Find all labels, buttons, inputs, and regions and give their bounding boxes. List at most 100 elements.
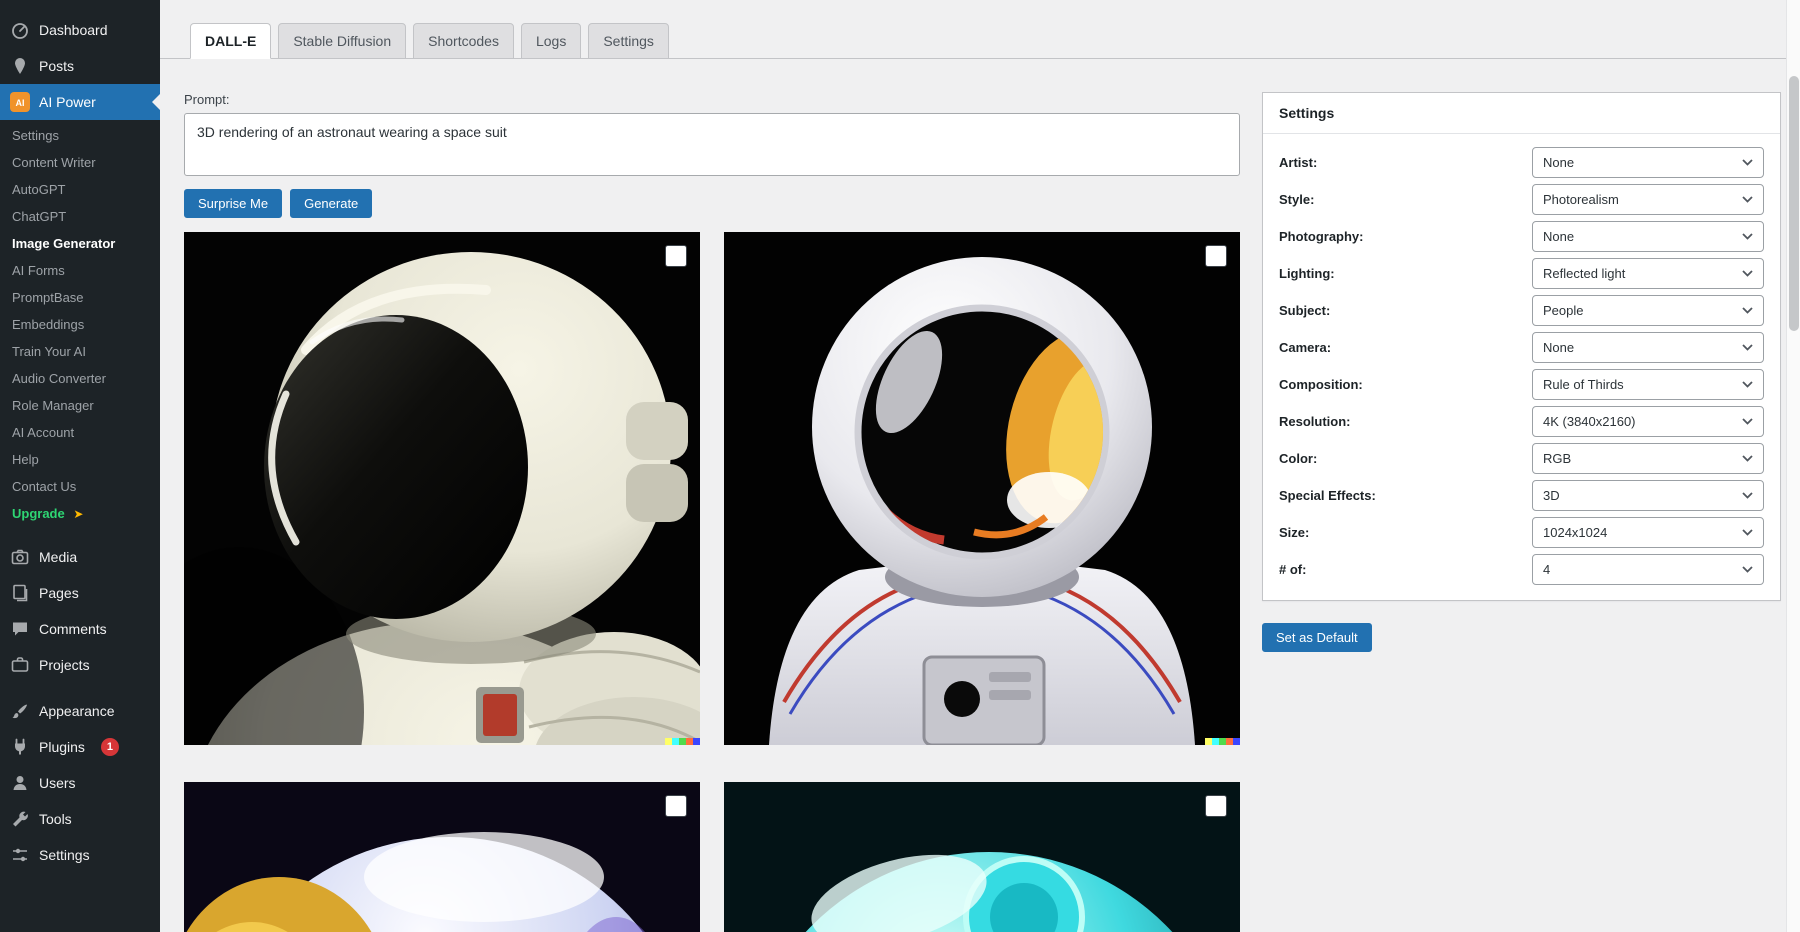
sidebar-item-settings[interactable]: Settings — [0, 837, 160, 873]
watermark-square — [1233, 738, 1240, 745]
dalle-watermark — [665, 738, 700, 745]
sidebar-item-tools[interactable]: Tools — [0, 801, 160, 837]
sidebar-subitem-chatgpt[interactable]: ChatGPT — [0, 203, 160, 230]
scrollbar-thumb[interactable] — [1789, 76, 1799, 331]
sidebar-subitem-ai-forms[interactable]: AI Forms — [0, 257, 160, 284]
chevron-down-icon — [1742, 566, 1753, 573]
artist-select[interactable]: None — [1532, 147, 1764, 178]
chevron-down-icon — [1742, 233, 1753, 240]
sidebar-item-plugins[interactable]: Plugins 1 — [0, 729, 160, 765]
sidebar-subitem-image-generator[interactable]: Image Generator — [0, 230, 160, 257]
chevron-down-icon — [1742, 381, 1753, 388]
lighting-select[interactable]: Reflected light — [1532, 258, 1764, 289]
select-value: None — [1543, 340, 1574, 355]
sidebar-subitem-audio-converter[interactable]: Audio Converter — [0, 365, 160, 392]
sidebar-item-label: Users — [39, 775, 76, 791]
field-subject: Subject: People — [1263, 292, 1780, 329]
sidebar-subitem-promptbase[interactable]: PromptBase — [0, 284, 160, 311]
sidebar-item-appearance[interactable]: Appearance — [0, 693, 160, 729]
chevron-down-icon — [1742, 196, 1753, 203]
field-label: Lighting: — [1279, 266, 1335, 281]
select-value: None — [1543, 155, 1574, 170]
chevron-down-icon — [1742, 418, 1753, 425]
generator-section: Prompt: 3D rendering of an astronaut wea… — [184, 92, 1240, 932]
image-select-checkbox[interactable] — [1205, 795, 1227, 817]
special-effects-select[interactable]: 3D — [1532, 480, 1764, 511]
ai-power-submenu: Settings Content Writer AutoGPT ChatGPT … — [0, 120, 160, 539]
generated-image-1[interactable] — [184, 232, 700, 745]
sidebar-item-comments[interactable]: Comments — [0, 611, 160, 647]
tab-shortcodes[interactable]: Shortcodes — [413, 23, 514, 59]
tab-dall-e[interactable]: DALL-E — [190, 23, 271, 59]
sidebar-item-label: Settings — [39, 847, 90, 863]
field-label: Subject: — [1279, 303, 1330, 318]
watermark-square — [1226, 738, 1233, 745]
image-select-checkbox[interactable] — [665, 795, 687, 817]
field-label: Color: — [1279, 451, 1317, 466]
surprise-me-button[interactable]: Surprise Me — [184, 189, 282, 218]
select-value: None — [1543, 229, 1574, 244]
sidebar-subitem-settings[interactable]: Settings — [0, 122, 160, 149]
photography-select[interactable]: None — [1532, 221, 1764, 252]
composition-select[interactable]: Rule of Thirds — [1532, 369, 1764, 400]
select-value: 1024x1024 — [1543, 525, 1607, 540]
generated-image-2[interactable] — [724, 232, 1240, 745]
chevron-down-icon — [1742, 529, 1753, 536]
select-value: People — [1543, 303, 1583, 318]
wordpress-admin: Dashboard Posts AI AI Power Settings Con… — [0, 0, 1800, 932]
watermark-square — [1205, 738, 1212, 745]
sidebar-item-posts[interactable]: Posts — [0, 48, 160, 84]
field-label: Camera: — [1279, 340, 1331, 355]
tab-logs[interactable]: Logs — [521, 23, 581, 59]
generated-image-4[interactable] — [724, 782, 1240, 932]
size-select[interactable]: 1024x1024 — [1532, 517, 1764, 548]
scrollbar[interactable] — [1786, 0, 1800, 932]
chevron-down-icon — [1742, 159, 1753, 166]
results-grid — [184, 232, 1240, 932]
select-value: Reflected light — [1543, 266, 1625, 281]
camera-icon — [10, 547, 30, 567]
sidebar-subitem-ai-account[interactable]: AI Account — [0, 419, 160, 446]
sidebar-item-dashboard[interactable]: Dashboard — [0, 12, 160, 48]
prompt-input[interactable]: 3D rendering of an astronaut wearing a s… — [184, 113, 1240, 176]
image-select-checkbox[interactable] — [665, 245, 687, 267]
generated-image-3[interactable] — [184, 782, 700, 932]
select-value: Rule of Thirds — [1543, 377, 1624, 392]
watermark-square — [672, 738, 679, 745]
sidebar-subitem-upgrade[interactable]: Upgrade ➤ — [0, 500, 160, 527]
image-select-checkbox[interactable] — [1205, 245, 1227, 267]
sidebar-item-ai-power[interactable]: AI AI Power — [0, 84, 160, 120]
sidebar-subitem-autogpt[interactable]: AutoGPT — [0, 176, 160, 203]
paintbrush-icon — [10, 701, 30, 721]
sidebar-subitem-contact-us[interactable]: Contact Us — [0, 473, 160, 500]
sidebar-item-users[interactable]: Users — [0, 765, 160, 801]
chevron-down-icon — [1742, 307, 1753, 314]
sidebar-item-label: AI Power — [39, 94, 96, 110]
chevron-down-icon — [1742, 344, 1753, 351]
select-value: 4 — [1543, 562, 1550, 577]
field-count: # of: 4 — [1263, 551, 1780, 588]
tab-stable-diffusion[interactable]: Stable Diffusion — [278, 23, 406, 59]
sidebar-subitem-help[interactable]: Help — [0, 446, 160, 473]
speech-bubble-icon — [10, 619, 30, 639]
style-select[interactable]: Photorealism — [1532, 184, 1764, 215]
sidebar-item-label: Projects — [39, 657, 90, 673]
subject-select[interactable]: People — [1532, 295, 1764, 326]
chevron-down-icon — [1742, 270, 1753, 277]
sidebar-item-projects[interactable]: Projects — [0, 647, 160, 683]
camera-select[interactable]: None — [1532, 332, 1764, 363]
sidebar-subitem-train-your-ai[interactable]: Train Your AI — [0, 338, 160, 365]
color-select[interactable]: RGB — [1532, 443, 1764, 474]
tab-settings[interactable]: Settings — [588, 23, 669, 59]
generate-button[interactable]: Generate — [290, 189, 372, 218]
sidebar-subitem-role-manager[interactable]: Role Manager — [0, 392, 160, 419]
plug-icon — [10, 737, 30, 757]
resolution-select[interactable]: 4K (3840x2160) — [1532, 406, 1764, 437]
sidebar-subitem-embeddings[interactable]: Embeddings — [0, 311, 160, 338]
watermark-square — [665, 738, 672, 745]
sidebar-item-media[interactable]: Media — [0, 539, 160, 575]
sidebar-subitem-content-writer[interactable]: Content Writer — [0, 149, 160, 176]
count-select[interactable]: 4 — [1532, 554, 1764, 585]
sidebar-item-pages[interactable]: Pages — [0, 575, 160, 611]
set-default-button[interactable]: Set as Default — [1262, 623, 1372, 652]
